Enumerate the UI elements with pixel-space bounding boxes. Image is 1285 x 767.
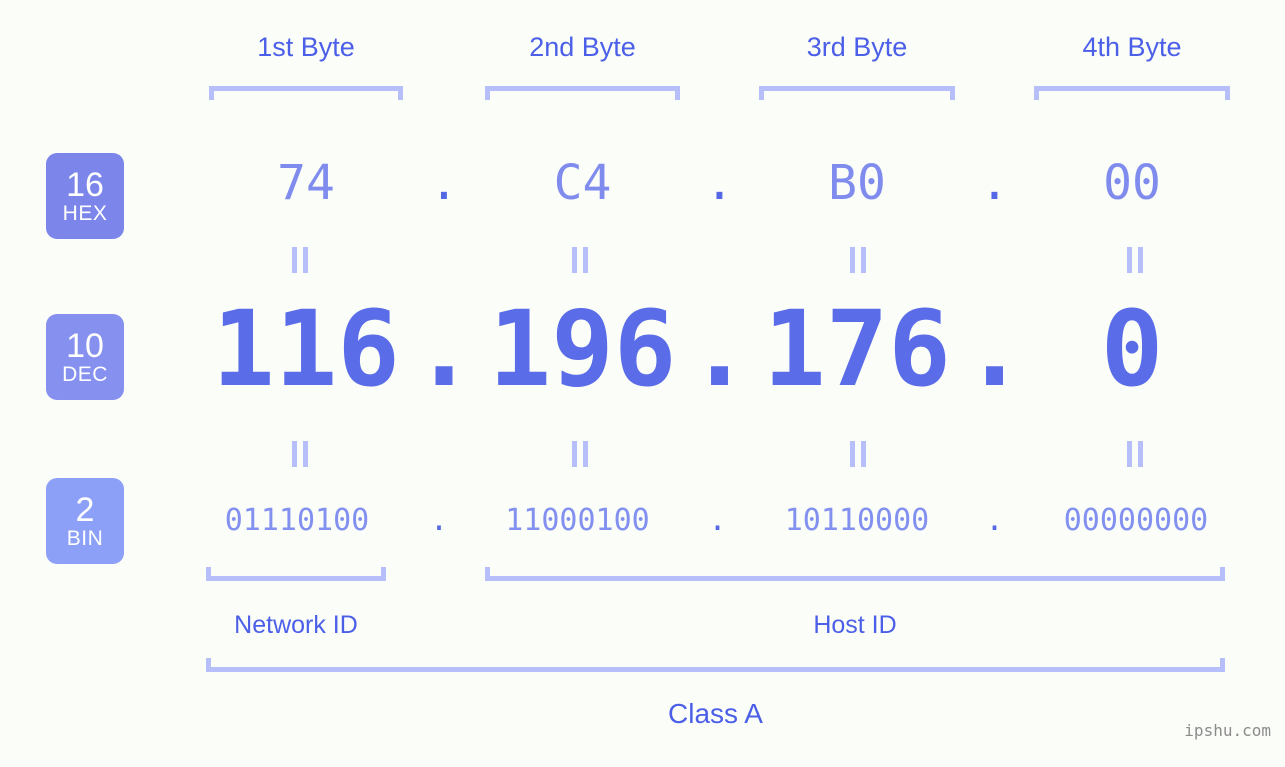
dec-separator-3: . — [963, 288, 1026, 410]
address-class-label: Class A — [668, 698, 763, 729]
radix-badge-hex-abbr: HEX — [62, 202, 108, 225]
host-id-bracket — [485, 567, 1225, 581]
hex-separator-3: . — [980, 155, 1009, 211]
radix-badge-bin-abbr: BIN — [66, 527, 104, 550]
radix-badge-dec-number: 10 — [66, 327, 104, 365]
dec-octet-2: 196 — [488, 288, 677, 410]
equals-mark-hex-dec-4 — [1124, 247, 1146, 273]
radix-badge-bin: 2 BIN — [46, 478, 124, 564]
byte-bracket-4 — [1034, 86, 1230, 100]
byte-bracket-2 — [485, 86, 680, 100]
hex-octet-1: 74 — [277, 155, 335, 211]
bin-octet-2: 11000100 — [505, 503, 650, 538]
dec-separator-2: . — [688, 288, 751, 410]
bin-octet-3: 10110000 — [784, 503, 930, 538]
radix-badge-bin-number: 2 — [75, 491, 95, 529]
equals-mark-hex-dec-2 — [569, 247, 591, 273]
bin-separator-3: . — [985, 503, 1004, 538]
radix-badge-dec: 10 DEC — [46, 314, 124, 400]
bin-separator-2: . — [708, 503, 727, 538]
byte-header-label-4: 4th Byte — [1082, 32, 1182, 62]
dec-separator-1: . — [412, 288, 476, 410]
radix-badge-dec-abbr: DEC — [62, 363, 108, 386]
equals-mark-dec-bin-1 — [289, 441, 311, 467]
radix-badge-hex-number: 16 — [66, 166, 104, 204]
site-watermark: ipshu.com — [1184, 721, 1271, 740]
radix-badge-hex: 16 HEX — [46, 153, 124, 239]
byte-header-label-2: 2nd Byte — [529, 32, 636, 62]
equals-mark-dec-bin-2 — [569, 441, 591, 467]
ip-address-breakdown-diagram: 1st Byte 2nd Byte 3rd Byte 4th Byte 16 H… — [0, 0, 1285, 767]
hex-separator-1: . — [429, 155, 459, 211]
hex-octet-2: C4 — [553, 155, 612, 211]
dec-octet-4: 0 — [1100, 288, 1164, 410]
byte-header-label-3: 3rd Byte — [806, 32, 908, 62]
dec-octet-1: 116 — [212, 288, 400, 410]
byte-bracket-3 — [759, 86, 955, 100]
byte-header-label-1: 1st Byte — [257, 32, 355, 62]
equals-mark-dec-bin-4 — [1124, 441, 1146, 467]
hex-octet-4: 00 — [1103, 155, 1161, 211]
dec-octet-3: 176 — [763, 288, 951, 410]
bin-octet-4: 00000000 — [1063, 503, 1209, 538]
network-id-bracket — [206, 567, 386, 581]
bin-octet-1: 01110100 — [224, 503, 370, 538]
equals-mark-hex-dec-1 — [289, 247, 311, 273]
byte-bracket-1 — [209, 86, 403, 100]
hex-octet-3: B0 — [828, 155, 886, 211]
network-id-label: Network ID — [234, 611, 358, 639]
hex-separator-2: . — [705, 155, 734, 211]
host-id-label: Host ID — [813, 611, 897, 639]
equals-mark-hex-dec-3 — [847, 247, 869, 273]
equals-mark-dec-bin-3 — [847, 441, 869, 467]
bin-separator-1: . — [429, 503, 449, 538]
address-class-bracket — [206, 658, 1225, 672]
